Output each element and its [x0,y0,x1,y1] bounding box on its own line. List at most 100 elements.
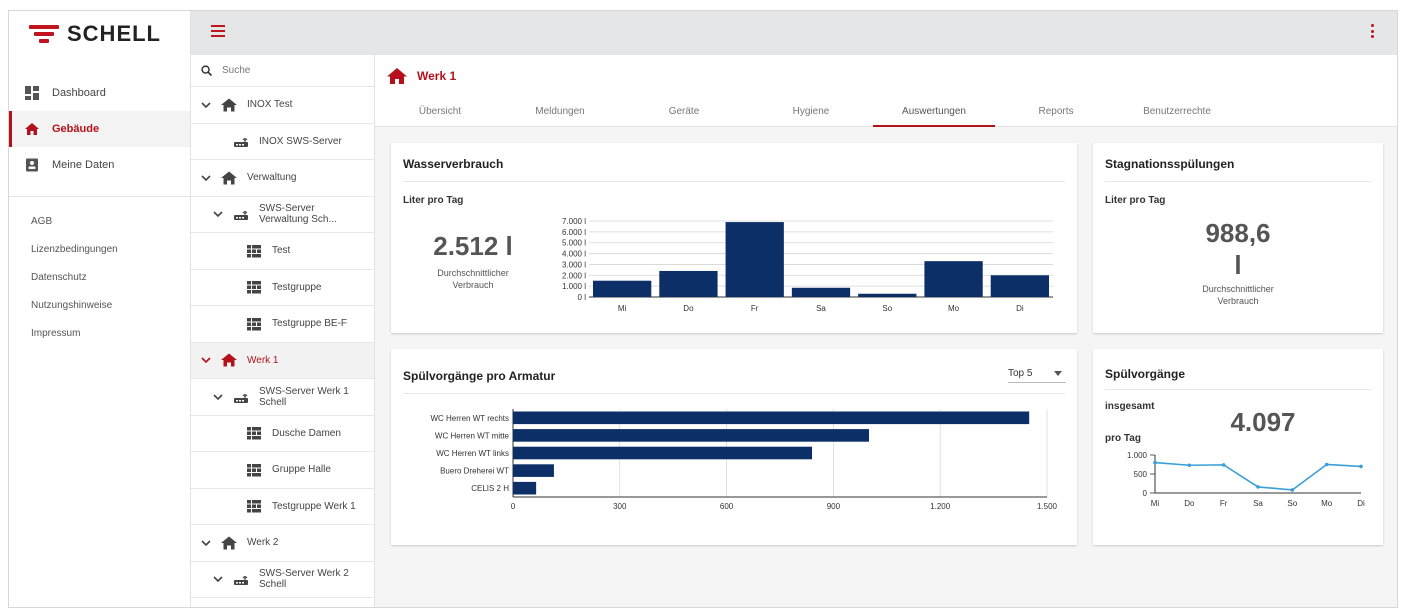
app-window: SCHELL Dashboard Gebäude Meine Daten AGB… [8,10,1398,608]
tree-item[interactable]: SWS-Server Werk 1 Schell [191,379,374,416]
nav-gebaeude[interactable]: Gebäude [9,111,190,147]
x-tick-label: 1.200 [930,502,951,511]
footer-links: AGB Lizenzbedingungen Datenschutz Nutzun… [9,197,190,347]
top-n-select[interactable]: Top 5 [1008,365,1066,383]
group-icon [247,244,261,258]
tree-item[interactable]: INOX SWS-Server [191,124,374,160]
card-divider [403,393,1065,394]
building-tree: Suche INOX Test INOX SWS-Server Verwaltung… [191,55,375,607]
card-wasserverbrauch: Wasserverbrauch Liter pro Tag 2.512 l Du… [391,143,1077,333]
x-tick-label: Mi [1151,499,1160,508]
nav-meine-daten[interactable]: Meine Daten [9,147,190,183]
tree-item[interactable]: Testgruppe [191,270,374,306]
more-vert-icon[interactable] [1371,24,1375,38]
link-datenschutz[interactable]: Datenschutz [9,263,190,291]
tree-item-label: SWS-Server Werk 1 Schell [259,385,349,408]
brand-name: SCHELL [67,21,161,46]
y-tick-label: 2.000 l [562,271,586,280]
x-tick-label: So [882,304,892,313]
link-impressum[interactable]: Impressum [9,319,190,347]
flush-line-chart: 0 500 1.000 Mi Do Fr Sa So Mo Di [1127,451,1365,508]
tree-item[interactable]: Dusche Damen [191,416,374,452]
bar [513,429,869,442]
link-agb[interactable]: AGB [9,207,190,235]
tab-meldungen[interactable]: Meldungen [505,95,615,127]
y-tick-label: WC Herren WT rechts [430,414,509,423]
page-header: Werk 1 Übersicht Meldungen Geräte Hygien… [375,55,1397,127]
chevron-down-icon[interactable] [201,355,211,365]
tree-item[interactable]: SWS-Server Werk 2 Schell [191,562,374,598]
x-tick-label: Sa [1253,499,1263,508]
tab-uebersicht[interactable]: Übersicht [375,95,505,127]
tree-item[interactable]: Werk 1 [191,342,374,379]
card-subtitle: Liter pro Tag [1105,195,1166,206]
y-tick-label: WC Herren WT mitte [435,431,510,440]
tree-item[interactable]: Testgruppe BE-F [191,306,374,343]
nav-label: Gebäude [52,123,100,135]
building-icon [221,536,237,550]
top-bar [191,11,1397,55]
tree-item[interactable]: Gruppe Halle [191,452,374,489]
bar [513,411,1030,425]
chevron-down-icon[interactable] [213,392,223,402]
nav-dashboard[interactable]: Dashboard [9,75,190,111]
main-sidebar: SCHELL Dashboard Gebäude Meine Daten AGB… [9,11,191,607]
bar [924,261,983,297]
group-icon [247,317,261,331]
card-title: Wasserverbrauch [403,157,504,171]
tree-list: INOX Test INOX SWS-Server Verwaltung SWS-Se… [191,87,374,598]
y-tick-label: 0 [1143,489,1148,498]
water-bar-chart: 0 l 1.000 l 2.000 l 3.000 l4.000 l 5.000 l 6.… [562,217,1053,313]
card-stagnationsspuelungen: Stagnationsspülungen Liter pro Tag 988,6… [1093,143,1383,333]
tree-item[interactable]: Testgruppe Werk 1 [191,489,374,525]
bar [513,481,537,495]
x-tick-label: 300 [613,502,627,511]
building-icon [221,353,237,367]
y-tick-label: 7.000 l [562,217,586,226]
bar [858,293,917,297]
x-tick-label: 900 [827,502,841,511]
card-divider [1105,389,1371,390]
tree-item[interactable]: Test [191,233,374,270]
tab-benutzerrechte[interactable]: Benutzerrechte [1117,95,1237,127]
search-input[interactable]: Suche [222,65,250,76]
data-point [1290,488,1295,492]
y-tick-label: 3.000 l [562,260,586,269]
y-tick-label: WC Herren WT links [436,449,509,458]
tree-item-label: Testgruppe [272,281,322,293]
tab-hygiene[interactable]: Hygiene [753,95,869,127]
chevron-down-icon[interactable] [213,574,223,584]
tree-item-label: Werk 1 [247,354,279,366]
group-icon [247,463,261,477]
dashboard-icon [25,86,39,100]
tree-item-label: Dusche Damen [272,427,341,439]
y-tick-label: Buero Dreherei WT [440,467,509,476]
card-spuelvorgaenge: Spülvorgänge insgesamt pro Tag 4.097 0 50… [1093,349,1383,545]
schell-logo[interactable]: SCHELL [9,11,190,57]
main-content: Werk 1 Übersicht Meldungen Geräte Hygien… [375,55,1397,607]
tab-reports[interactable]: Reports [995,95,1117,127]
tab-geraete[interactable]: Geräte [615,95,753,127]
tree-item-label: INOX SWS-Server [259,135,342,147]
chevron-down-icon[interactable] [201,100,211,110]
tree-item[interactable]: Verwaltung [191,160,374,197]
tree-item[interactable]: INOX Test [191,87,374,124]
chevron-down-icon[interactable] [213,209,223,219]
tab-bar: Übersicht Meldungen Geräte Hygiene Auswe… [375,95,1237,127]
tree-item[interactable]: Werk 2 [191,525,374,562]
tree-item-label: Werk 2 [247,537,279,549]
chevron-down-icon[interactable] [201,173,211,183]
tree-item-label: Gruppe Halle [272,464,331,476]
tree-search[interactable]: Suche [191,55,374,87]
x-tick-label: Di [1016,304,1024,313]
menu-icon[interactable] [211,25,225,37]
tree-item[interactable]: SWS-Server Verwaltung Sch... [191,197,374,233]
y-tick-label: 6.000 l [562,228,586,237]
chevron-down-icon[interactable] [201,538,211,548]
bar [659,270,718,297]
link-nutzungshinweise[interactable]: Nutzungshinweise [9,291,190,319]
link-lizenzbedingungen[interactable]: Lizenzbedingungen [9,235,190,263]
tree-item-label: Verwaltung [247,172,297,184]
tree-item-label: Testgruppe BE-F [272,318,348,330]
tab-auswertungen[interactable]: Auswertungen [873,95,995,127]
